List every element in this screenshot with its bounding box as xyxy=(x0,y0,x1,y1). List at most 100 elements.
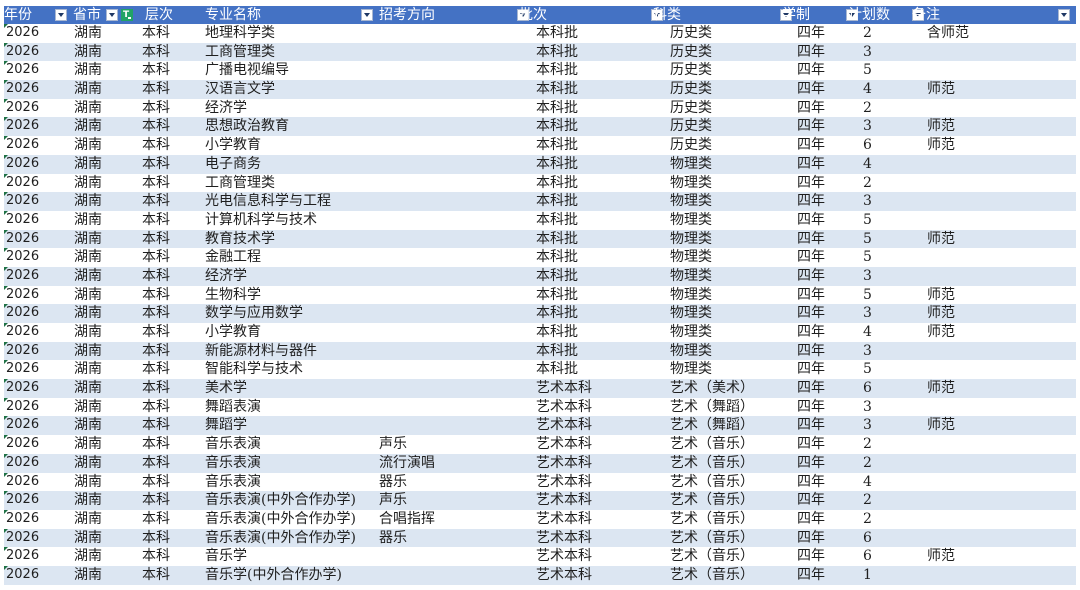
cell-category[interactable]: 艺术（音乐） xyxy=(670,454,754,473)
cell-major[interactable]: 广播电视编导 xyxy=(205,61,289,80)
cell-batch[interactable]: 艺术本科 xyxy=(536,379,592,398)
cell-plan[interactable]: 3 xyxy=(863,398,872,417)
cell-batch[interactable]: 本科批 xyxy=(536,286,578,305)
table-row[interactable]: 2026 湖南 本科 地理科学类 本科批 历史类 四年 2 含师范 xyxy=(4,24,1076,43)
cell-level[interactable]: 本科 xyxy=(142,211,170,230)
cell-category[interactable]: 历史类 xyxy=(670,80,712,99)
cell-province[interactable]: 湖南 xyxy=(74,435,102,454)
cell-batch[interactable]: 本科批 xyxy=(536,43,578,62)
cell-year[interactable]: 2026 xyxy=(6,174,39,193)
cell-category[interactable]: 艺术（舞蹈） xyxy=(670,398,754,417)
cell-year[interactable]: 2026 xyxy=(6,510,39,529)
cell-note[interactable]: 师范 xyxy=(927,286,955,305)
cell-category[interactable]: 物理类 xyxy=(670,304,712,323)
table-row[interactable]: 2026 湖南 本科 数学与应用数学 本科批 物理类 四年 3 师范 xyxy=(4,304,1076,323)
cell-batch[interactable]: 艺术本科 xyxy=(536,491,592,510)
cell-plan[interactable]: 6 xyxy=(863,136,872,155)
cell-plan[interactable]: 4 xyxy=(863,155,872,174)
cell-batch[interactable]: 艺术本科 xyxy=(536,454,592,473)
cell-year[interactable]: 2026 xyxy=(6,61,39,80)
cell-direction[interactable]: 合唱指挥 xyxy=(379,510,435,529)
cell-level[interactable]: 本科 xyxy=(142,323,170,342)
table-row[interactable]: 2026 湖南 本科 舞蹈表演 艺术本科 艺术（舞蹈） 四年 3 xyxy=(4,397,1076,417)
cell-major[interactable]: 新能源材料与器件 xyxy=(205,342,317,361)
cell-year[interactable]: 2026 xyxy=(6,416,39,435)
cell-year[interactable]: 2026 xyxy=(6,211,39,230)
cell-duration[interactable]: 四年 xyxy=(797,473,825,492)
cell-batch[interactable]: 本科批 xyxy=(536,24,578,43)
cell-level[interactable]: 本科 xyxy=(142,416,170,435)
cell-duration[interactable]: 四年 xyxy=(797,211,825,230)
table-row[interactable]: 2026 湖南 本科 电子商务 本科批 物理类 四年 4 xyxy=(4,154,1076,174)
cell-province[interactable]: 湖南 xyxy=(74,547,102,566)
cell-plan[interactable]: 5 xyxy=(863,211,872,230)
table-row[interactable]: 2026 湖南 本科 美术学 艺术本科 艺术（美术） 四年 6 师范 xyxy=(4,379,1076,398)
cell-level[interactable]: 本科 xyxy=(142,117,170,136)
cell-duration[interactable]: 四年 xyxy=(797,491,825,510)
cell-major[interactable]: 音乐学 xyxy=(205,547,247,566)
cell-batch[interactable]: 本科批 xyxy=(536,211,578,230)
cell-category[interactable]: 物理类 xyxy=(670,286,712,305)
cell-category[interactable]: 物理类 xyxy=(670,155,712,174)
cell-duration[interactable]: 四年 xyxy=(797,379,825,398)
cell-plan[interactable]: 2 xyxy=(863,435,872,454)
cell-plan[interactable]: 2 xyxy=(863,24,872,43)
cell-duration[interactable]: 四年 xyxy=(797,547,825,566)
table-row[interactable]: 2026 湖南 本科 广播电视编导 本科批 历史类 四年 5 xyxy=(4,61,1076,80)
cell-batch[interactable]: 本科批 xyxy=(536,342,578,361)
cell-level[interactable]: 本科 xyxy=(142,136,170,155)
cell-batch[interactable]: 本科批 xyxy=(536,117,578,136)
table-row[interactable]: 2026 湖南 本科 音乐学(中外合作办学) 艺术本科 艺术（音乐） 四年 1 xyxy=(4,565,1076,585)
cell-province[interactable]: 湖南 xyxy=(74,174,102,193)
cell-year[interactable]: 2026 xyxy=(6,192,39,211)
cell-major[interactable]: 音乐表演(中外合作办学) xyxy=(205,510,356,529)
cell-province[interactable]: 湖南 xyxy=(74,99,102,118)
cell-province[interactable]: 湖南 xyxy=(74,286,102,305)
cell-batch[interactable]: 艺术本科 xyxy=(536,416,592,435)
cell-plan[interactable]: 5 xyxy=(863,286,872,305)
cell-year[interactable]: 2026 xyxy=(6,491,39,510)
cell-year[interactable]: 2026 xyxy=(6,267,39,286)
table-row[interactable]: 2026 湖南 本科 光电信息科学与工程 本科批 物理类 四年 3 xyxy=(4,192,1076,211)
cell-province[interactable]: 湖南 xyxy=(74,117,102,136)
cell-major[interactable]: 音乐表演 xyxy=(205,473,261,492)
table-row[interactable]: 2026 湖南 本科 音乐表演(中外合作办学) 声乐 艺术本科 艺术（音乐） 四年 2 xyxy=(4,491,1076,510)
cell-duration[interactable]: 四年 xyxy=(797,24,825,43)
cell-duration[interactable]: 四年 xyxy=(797,230,825,249)
table-row[interactable]: 2026 湖南 本科 音乐表演 声乐 艺术本科 艺术（音乐） 四年 2 xyxy=(4,435,1076,454)
cell-category[interactable]: 物理类 xyxy=(670,211,712,230)
cell-direction[interactable]: 声乐 xyxy=(379,491,407,510)
cell-note[interactable]: 师范 xyxy=(927,80,955,99)
cell-year[interactable]: 2026 xyxy=(6,80,39,99)
cell-year[interactable]: 2026 xyxy=(6,24,39,43)
table-row[interactable]: 2026 湖南 本科 音乐表演 器乐 艺术本科 艺术（音乐） 四年 4 xyxy=(4,472,1076,492)
cell-duration[interactable]: 四年 xyxy=(797,566,825,585)
cell-province[interactable]: 湖南 xyxy=(74,304,102,323)
cell-batch[interactable]: 艺术本科 xyxy=(536,529,592,548)
cell-province[interactable]: 湖南 xyxy=(74,230,102,249)
cell-major[interactable]: 汉语言文学 xyxy=(205,80,275,99)
cell-direction[interactable]: 器乐 xyxy=(379,473,407,492)
cell-duration[interactable]: 四年 xyxy=(797,360,825,379)
cell-major[interactable]: 数学与应用数学 xyxy=(205,304,303,323)
cell-year[interactable]: 2026 xyxy=(6,286,39,305)
cell-province[interactable]: 湖南 xyxy=(74,398,102,417)
table-row[interactable]: 2026 湖南 本科 音乐表演(中外合作办学) 器乐 艺术本科 艺术（音乐） 四年 6 xyxy=(4,528,1076,548)
cell-batch[interactable]: 本科批 xyxy=(536,230,578,249)
cell-level[interactable]: 本科 xyxy=(142,342,170,361)
cell-duration[interactable]: 四年 xyxy=(797,510,825,529)
cell-plan[interactable]: 2 xyxy=(863,454,872,473)
cell-plan[interactable]: 4 xyxy=(863,473,872,492)
cell-category[interactable]: 物理类 xyxy=(670,192,712,211)
cell-plan[interactable]: 2 xyxy=(863,510,872,529)
cell-level[interactable]: 本科 xyxy=(142,155,170,174)
cell-major[interactable]: 工商管理类 xyxy=(205,174,275,193)
table-row[interactable]: 2026 湖南 本科 金融工程 本科批 物理类 四年 5 xyxy=(4,248,1076,267)
cell-category[interactable]: 艺术（音乐） xyxy=(670,510,754,529)
cell-province[interactable]: 湖南 xyxy=(74,342,102,361)
cell-major[interactable]: 光电信息科学与工程 xyxy=(205,192,331,211)
cell-level[interactable]: 本科 xyxy=(142,61,170,80)
cell-category[interactable]: 艺术（音乐） xyxy=(670,435,754,454)
table-row[interactable]: 2026 湖南 本科 智能科学与技术 本科批 物理类 四年 5 xyxy=(4,360,1076,379)
cell-year[interactable]: 2026 xyxy=(6,304,39,323)
